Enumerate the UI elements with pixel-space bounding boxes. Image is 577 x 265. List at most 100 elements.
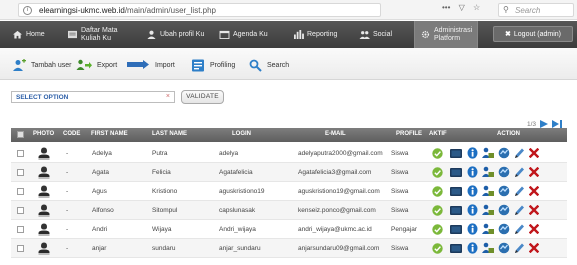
info-icon[interactable] (467, 204, 478, 216)
avatar-icon[interactable] (38, 185, 50, 198)
row-checkbox[interactable] (17, 150, 24, 157)
action-select[interactable]: SELECT OPTION × (11, 91, 175, 103)
browser-search-box[interactable]: ⚲ Search (498, 3, 574, 17)
url-text[interactable]: elearningsi-ukmc.web.id/main/admin/user_… (39, 6, 216, 15)
active-check-icon[interactable] (432, 243, 443, 254)
login-as-icon[interactable] (450, 149, 462, 158)
info-icon[interactable] (467, 166, 478, 178)
validate-button[interactable]: VALIDATE (181, 90, 224, 104)
info-icon[interactable]: i (23, 6, 32, 15)
nav-item-agenda[interactable]: Agenda Ku (219, 21, 268, 48)
header-last-name[interactable]: LAST NAME (152, 131, 187, 137)
pocket-icon[interactable]: ▽ (459, 3, 465, 12)
active-check-icon[interactable] (432, 186, 443, 197)
login-as-icon[interactable] (450, 187, 462, 196)
nav-item-reporting[interactable]: Reporting (293, 21, 337, 48)
cell-first-name[interactable]: anjar (92, 245, 106, 252)
group-icon[interactable] (482, 185, 494, 197)
cell-last-name[interactable]: Putra (152, 150, 168, 157)
reports-icon[interactable] (498, 185, 510, 197)
header-code[interactable]: CODE (63, 131, 80, 137)
delete-icon[interactable] (529, 186, 539, 196)
export-button[interactable]: Export (76, 57, 117, 73)
profiling-button[interactable]: Profiling (191, 57, 235, 73)
clear-selection-icon[interactable]: × (166, 93, 170, 100)
row-checkbox[interactable] (17, 245, 24, 252)
cell-email[interactable]: Agatafelicia3@gmail.com (298, 169, 371, 176)
edit-icon[interactable] (514, 185, 525, 197)
header-first-name[interactable]: FIRST NAME (91, 131, 128, 137)
avatar-icon[interactable] (38, 166, 50, 179)
header-login[interactable]: LOGIN (232, 131, 251, 137)
bookmark-star-icon[interactable]: ☆ (473, 3, 480, 12)
cell-last-name[interactable]: Sitompul (152, 207, 177, 214)
cell-email[interactable]: kenseiz.ponco@gmail.com (298, 207, 376, 214)
group-icon[interactable] (482, 242, 494, 254)
edit-icon[interactable] (514, 147, 525, 159)
cell-first-name[interactable]: Alfonso (92, 207, 114, 214)
delete-icon[interactable] (529, 243, 539, 253)
cell-first-name[interactable]: Agus (92, 188, 107, 195)
reports-icon[interactable] (498, 204, 510, 216)
avatar-icon[interactable] (38, 242, 50, 255)
nav-item-social[interactable]: Social (359, 21, 392, 48)
reports-icon[interactable] (498, 223, 510, 235)
page-actions-icon[interactable]: ••• (442, 3, 450, 12)
login-as-icon[interactable] (450, 244, 462, 253)
header-profile[interactable]: PROFILE (396, 131, 422, 137)
cell-last-name[interactable]: Felicia (152, 169, 171, 176)
active-check-icon[interactable] (432, 224, 443, 235)
delete-icon[interactable] (529, 205, 539, 215)
cell-last-name[interactable]: sundaru (152, 245, 176, 252)
logout-button[interactable]: ✖ Logout (admin) (493, 26, 573, 42)
row-checkbox[interactable] (17, 169, 24, 176)
info-icon[interactable] (467, 242, 478, 254)
import-button[interactable]: Import (126, 57, 175, 73)
login-as-icon[interactable] (450, 168, 462, 177)
header-active[interactable]: AKTIF (429, 131, 447, 137)
info-icon[interactable] (467, 185, 478, 197)
select-all-checkbox[interactable] (17, 131, 24, 138)
address-bar[interactable]: i elearningsi-ukmc.web.id/main/admin/use… (18, 3, 381, 17)
edit-icon[interactable] (514, 242, 525, 254)
cell-last-name[interactable]: Wijaya (152, 226, 172, 233)
reports-icon[interactable] (498, 166, 510, 178)
login-as-icon[interactable] (450, 225, 462, 234)
cell-first-name[interactable]: Adelya (92, 150, 112, 157)
avatar-icon[interactable] (38, 147, 50, 160)
active-check-icon[interactable] (432, 148, 443, 159)
avatar-icon[interactable] (38, 223, 50, 236)
header-email[interactable]: E-MAIL (325, 131, 346, 137)
row-checkbox[interactable] (17, 207, 24, 214)
cell-email[interactable]: aguskristiono19@gmail.com (298, 188, 380, 195)
next-page-icon[interactable] (540, 120, 549, 128)
active-check-icon[interactable] (432, 205, 443, 216)
nav-item-admin[interactable]: Administrasi Platform (414, 21, 478, 48)
avatar-icon[interactable] (38, 204, 50, 217)
reports-icon[interactable] (498, 242, 510, 254)
row-checkbox[interactable] (17, 226, 24, 233)
group-icon[interactable] (482, 166, 494, 178)
cell-first-name[interactable]: Andri (92, 226, 107, 233)
cell-last-name[interactable]: Kristiono (152, 188, 177, 195)
edit-icon[interactable] (514, 223, 525, 235)
cell-email[interactable]: anjarsundaru09@gmail.com (298, 245, 379, 252)
login-as-icon[interactable] (450, 206, 462, 215)
reports-icon[interactable] (498, 147, 510, 159)
info-icon[interactable] (467, 223, 478, 235)
info-icon[interactable] (467, 147, 478, 159)
group-icon[interactable] (482, 223, 494, 235)
edit-icon[interactable] (514, 204, 525, 216)
delete-icon[interactable] (529, 167, 539, 177)
delete-icon[interactable] (529, 148, 539, 158)
last-page-icon[interactable] (552, 120, 563, 128)
add-user-button[interactable]: Tambah user (12, 57, 71, 73)
delete-icon[interactable] (529, 224, 539, 234)
active-check-icon[interactable] (432, 167, 443, 178)
cell-email[interactable]: adelyaputra2000@gmail.com (298, 150, 383, 157)
search-button[interactable]: Search (249, 57, 289, 73)
nav-item-home[interactable]: Home (12, 21, 45, 48)
cell-email[interactable]: andri_wijaya@ukmc.ac.id (298, 226, 372, 233)
edit-icon[interactable] (514, 166, 525, 178)
group-icon[interactable] (482, 147, 494, 159)
